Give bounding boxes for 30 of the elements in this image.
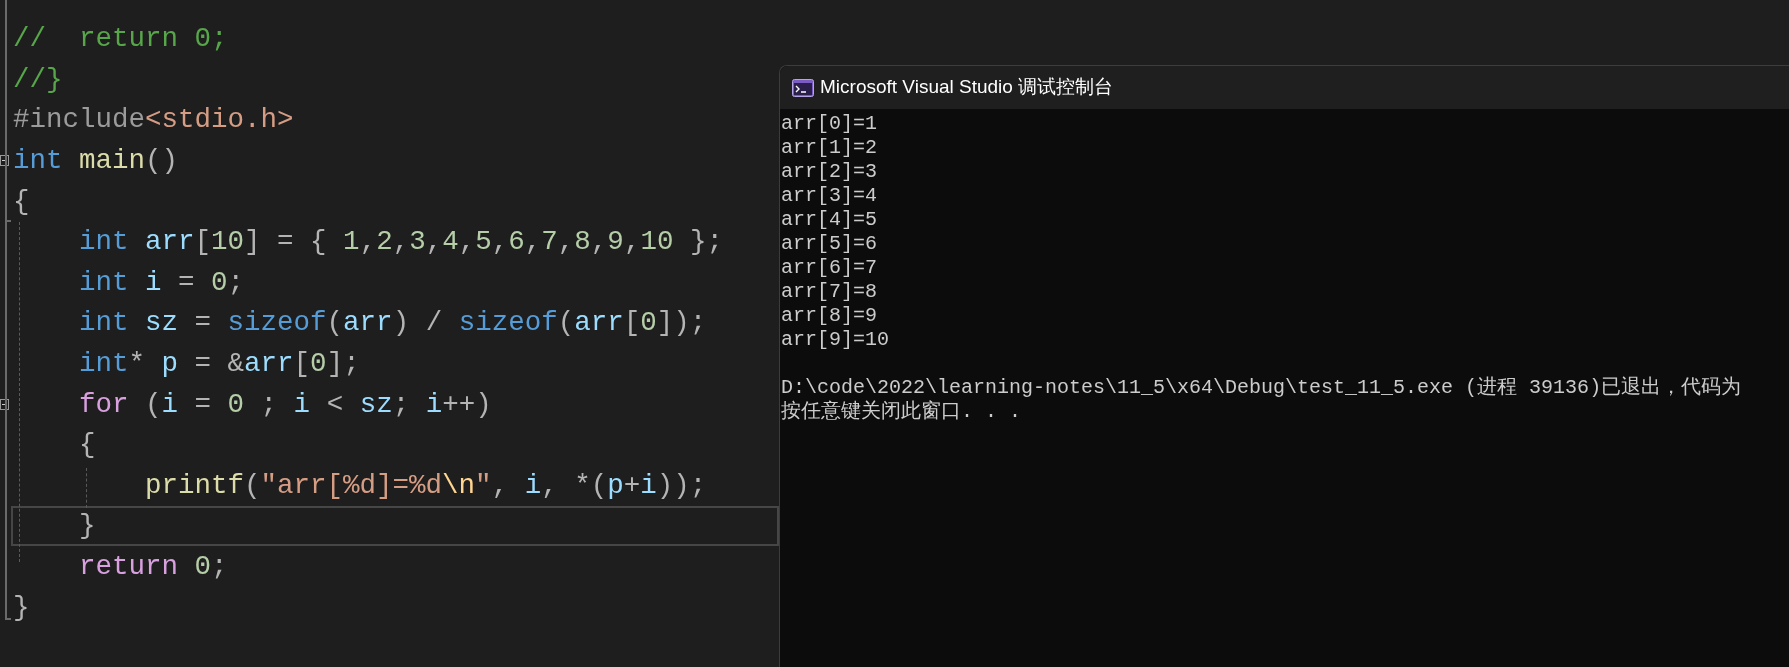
console-output-line: arr[5]=6 xyxy=(781,232,878,256)
code-line: printf("arr[%d]=%d\n", i, *(p+i)); xyxy=(144,468,708,503)
console-output-line: arr[9]=10 xyxy=(781,328,891,352)
code-line: int i = 0; xyxy=(78,265,246,300)
code-line: int* p = &arr[0]; xyxy=(78,347,361,381)
code-line: return 0; xyxy=(78,550,229,584)
code-line: { xyxy=(78,428,97,463)
code-line: { xyxy=(12,184,31,219)
console-output-line: arr[0]=1 xyxy=(781,112,878,136)
code-line: int main() xyxy=(12,144,180,179)
collapse-icon[interactable] xyxy=(0,155,9,167)
code-line: for (i = 0 ; i < sz; i++) xyxy=(78,387,493,422)
console-output-line: arr[8]=9 xyxy=(781,304,878,328)
console-output-line: arr[2]=3 xyxy=(781,160,878,184)
console-output-line: arr[6]=7 xyxy=(781,256,878,280)
code-line: int arr[10] = { 1,2,3,4,5,6,7,8,9,10 }; xyxy=(78,225,724,260)
console-output-line: arr[7]=8 xyxy=(781,280,878,304)
console-exit-message: D:\code\2022\learning-notes\11_5\x64\Debug\test_11_5.exe (进程 39136)已退出，代码为 xyxy=(781,376,1743,400)
collapse-icon[interactable] xyxy=(0,398,9,410)
console-icon xyxy=(792,78,814,97)
code-line: // return 0; xyxy=(12,22,229,57)
code-line: } xyxy=(12,590,31,625)
window-title: Microsoft Visual Studio 调试控制台 xyxy=(820,75,1114,100)
console-output-line: arr[4]=5 xyxy=(781,208,878,232)
code-line: //} xyxy=(12,62,64,97)
console-exit-message: 按任意键关闭此窗口. . . xyxy=(781,400,1022,424)
code-line: #include<stdio.h> xyxy=(12,103,295,138)
console-output-line: arr[3]=4 xyxy=(781,184,878,208)
console-output-line: arr[1]=2 xyxy=(781,136,878,160)
code-line: int sz = sizeof(arr) / sizeof(arr[0]); xyxy=(78,306,708,341)
